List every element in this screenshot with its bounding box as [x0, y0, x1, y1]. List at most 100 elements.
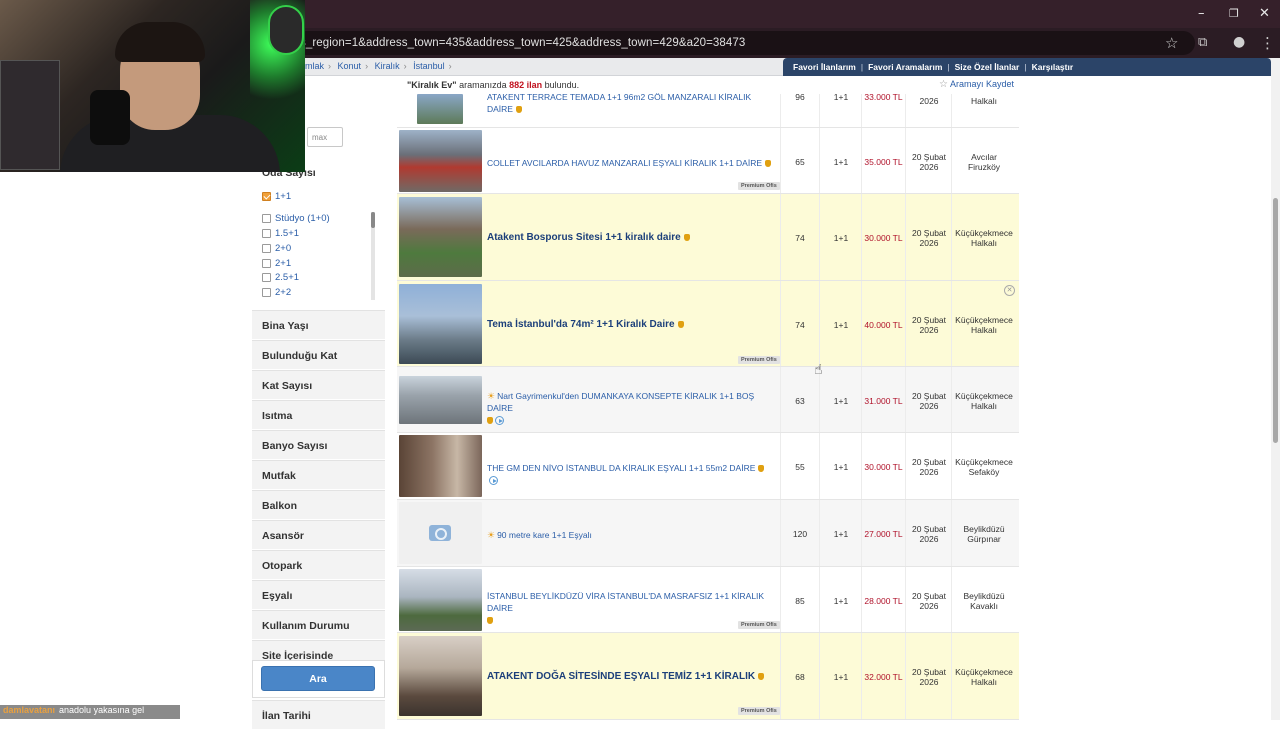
compare-link[interactable]: Karşılaştır — [1032, 62, 1074, 72]
profile-icon[interactable]: ● — [1233, 34, 1245, 50]
listing-photo[interactable] — [399, 284, 482, 364]
listing-title[interactable]: ATAKENT TERRACE TEMADA 1+1 96m2 GÖL MANZ… — [487, 91, 775, 115]
room-option[interactable]: 2+2 — [262, 287, 291, 298]
listing-m2: 55 — [795, 462, 805, 472]
breadcrumb-item[interactable]: Konut — [338, 61, 362, 71]
checkbox-icon[interactable] — [262, 288, 271, 297]
listing-title[interactable]: ATAKENT DOĞA SİTESİNDE EŞYALI TEMİZ 1+1 … — [487, 671, 775, 683]
result-count: 882 ilan — [509, 80, 543, 90]
listing-title[interactable]: ☀ Nart Gayrimenkul'den DUMANKAYA KONSEPTE… — [487, 390, 775, 426]
star-icon[interactable]: ☆ — [1165, 34, 1178, 52]
result-text: "Kiralık Ev" aramanızda 882 ilan bulundu… — [407, 80, 580, 90]
page-scrollbar[interactable] — [1271, 58, 1280, 720]
close-icon[interactable]: ✕ — [1004, 285, 1015, 296]
chat-text: anadolu yakasına gel — [59, 705, 145, 715]
scrollbar-thumb[interactable] — [1273, 198, 1278, 443]
listing-rooms: 1+1 — [833, 157, 849, 167]
listing-row[interactable]: THE GM DEN NİVO İSTANBUL DA KİRALIK EŞYA… — [397, 433, 1019, 500]
play-icon[interactable] — [489, 476, 498, 485]
minimize-icon[interactable]: – — [1198, 6, 1205, 21]
listing-title[interactable]: İSTANBUL BEYLİKDÜZÜ VİRA İSTANBUL'DA MAS… — [487, 590, 775, 626]
filter-section[interactable]: Kullanım Durumu — [252, 610, 385, 639]
listing-rooms: 1+1 — [833, 396, 849, 406]
chat-username: damlavatanı — [3, 705, 56, 715]
listing-row[interactable]: Tema İstanbul'da 74m² 1+1 Kiralık Daire … — [397, 281, 1019, 367]
breadcrumb-item[interactable]: mlak — [305, 61, 324, 71]
filter-section[interactable]: Isıtma — [252, 400, 385, 429]
avatar — [268, 5, 304, 55]
listing-photo-placeholder[interactable] — [399, 502, 482, 564]
listing-rooms: 1+1 — [833, 672, 849, 682]
listing-row[interactable]: İSTANBUL BEYLİKDÜZÜ VİRA İSTANBUL'DA MAS… — [397, 567, 1019, 633]
listing-row[interactable]: ☀ Nart Gayrimenkul'den DUMANKAYA KONSEPTE… — [397, 367, 1019, 433]
listing-title[interactable]: Atakent Bosporus Sitesi 1+1 kiralık dair… — [487, 232, 775, 244]
filter-section[interactable]: İlan Tarihi — [252, 700, 385, 729]
checkbox-icon[interactable] — [262, 273, 271, 282]
listing-m2: 63 — [795, 396, 805, 406]
room-option[interactable]: 2.5+1 — [262, 272, 299, 283]
room-option[interactable]: 2+1 — [262, 258, 291, 269]
listing-location: Küçükçekmece Halkalı — [955, 315, 1013, 335]
listing-row[interactable]: ATAKENT DOĞA SİTESİNDE EŞYALI TEMİZ 1+1 … — [397, 633, 1019, 720]
listing-title[interactable]: ☀ 90 metre kare 1+1 Eşyalı — [487, 529, 775, 541]
filter-section[interactable]: Asansör — [252, 520, 385, 549]
filter-section[interactable]: Bina Yaşı — [252, 310, 385, 339]
favorite-searches-link[interactable]: Favori Aramalarım — [868, 62, 942, 72]
listing-m2: 68 — [795, 672, 805, 682]
room-option-selected[interactable]: 1+1 — [262, 191, 291, 202]
checkbox-icon[interactable] — [262, 244, 271, 253]
listing-photo[interactable] — [399, 130, 482, 192]
listing-photo[interactable] — [399, 197, 482, 277]
max-input[interactable]: max — [307, 127, 343, 147]
coin-icon — [758, 465, 765, 472]
listing-row[interactable]: COLLET AVCILARDA HAVUZ MANZARALI EŞYALI … — [397, 128, 1019, 194]
checkbox-icon[interactable] — [262, 214, 271, 223]
listing-photo[interactable] — [417, 94, 463, 124]
listing-row[interactable]: Atakent Bosporus Sitesi 1+1 kiralık dair… — [397, 194, 1019, 281]
listing-title[interactable]: THE GM DEN NİVO İSTANBUL DA KİRALIK EŞYA… — [487, 462, 775, 486]
save-search-button[interactable]: ☆ Aramayı Kaydet — [939, 79, 1014, 90]
listing-location: Beylikdüzü Kavaklı — [963, 591, 1005, 611]
room-option[interactable]: 2+0 — [262, 243, 291, 254]
listing-location: Halkalı — [971, 96, 997, 106]
filter-section[interactable]: Banyo Sayısı — [252, 430, 385, 459]
search-button[interactable]: Ara — [261, 666, 375, 691]
listing-photo[interactable] — [399, 435, 482, 497]
listing-date: 20 Şubat 2026 — [911, 152, 947, 172]
listing-photo[interactable] — [399, 376, 482, 424]
listing-m2: 85 — [795, 596, 805, 606]
menu-icon[interactable]: ⋮ — [1260, 34, 1275, 52]
listing-price: 40.000 TL — [864, 320, 903, 330]
close-window-icon[interactable]: ✕ — [1259, 6, 1270, 21]
checkbox-icon[interactable] — [262, 229, 271, 238]
listing-location: Küçükçekmece Halkalı — [955, 667, 1013, 687]
listing-row[interactable]: ☀ 90 metre kare 1+1 Eşyalı 120 1+1 27.000… — [397, 500, 1019, 567]
listing-row[interactable]: ATAKENT TERRACE TEMADA 1+1 96m2 GÖL MANZ… — [397, 91, 1019, 128]
listing-rooms: 1+1 — [833, 596, 849, 606]
breadcrumb-item[interactable]: Kiralık — [375, 61, 400, 71]
coin-icon — [683, 234, 690, 241]
favorite-listings-link[interactable]: Favori İlanlarım — [793, 62, 856, 72]
filter-section[interactable]: Otopark — [252, 550, 385, 579]
extensions-icon[interactable]: ⧉ — [1198, 35, 1207, 50]
room-option[interactable]: 1.5+1 — [262, 228, 299, 239]
checkbox-icon[interactable] — [262, 259, 271, 268]
listing-title[interactable]: COLLET AVCILARDA HAVUZ MANZARALI EŞYALI … — [487, 157, 775, 169]
restore-icon[interactable]: ❐ — [1229, 7, 1239, 20]
breadcrumb-item[interactable]: İstanbul — [413, 61, 445, 71]
listing-title[interactable]: Tema İstanbul'da 74m² 1+1 Kiralık Daire — [487, 319, 775, 331]
special-listings-link[interactable]: Size Özel İlanlar — [955, 62, 1020, 72]
play-icon[interactable] — [495, 416, 504, 425]
room-option[interactable]: Stüdyo (1+0) — [262, 213, 330, 224]
listing-photo[interactable] — [399, 569, 482, 631]
checkbox-checked-icon[interactable] — [262, 192, 271, 201]
filter-section[interactable]: Mutfak — [252, 460, 385, 489]
filter-section[interactable]: Bulunduğu Kat — [252, 340, 385, 369]
filter-section[interactable]: Balkon — [252, 490, 385, 519]
options-scrollbar[interactable] — [371, 212, 375, 300]
listing-location: Beylikdüzü Gürpınar — [963, 524, 1005, 544]
url-text[interactable]: s_region=1&address_town=435&address_town… — [300, 37, 745, 49]
listing-photo[interactable] — [399, 636, 482, 716]
filter-section[interactable]: Eşyalı — [252, 580, 385, 609]
filter-section[interactable]: Kat Sayısı — [252, 370, 385, 399]
